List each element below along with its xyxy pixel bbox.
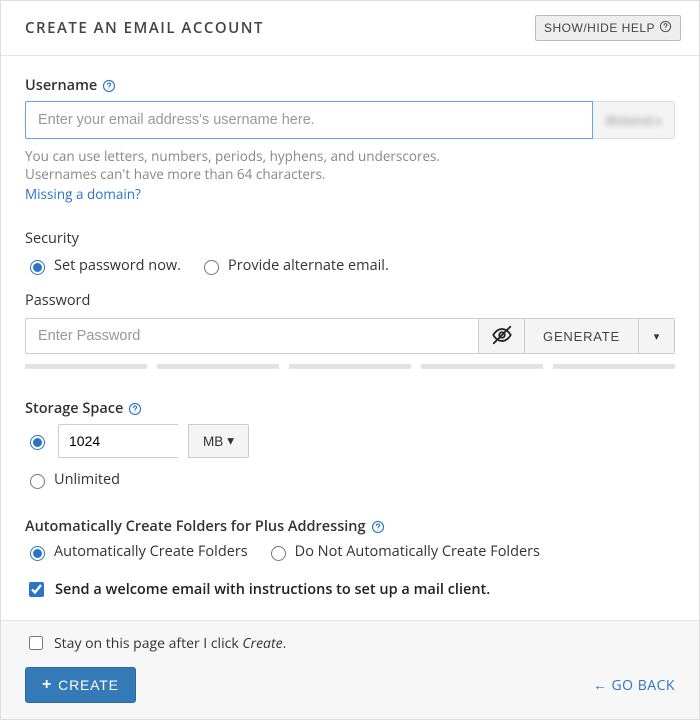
strength-seg [553,364,675,369]
username-label-row: Username [25,76,675,95]
caret-down-icon: ▾ [227,433,234,449]
radio-auto-folders[interactable]: Automatically Create Folders [25,542,248,561]
domain-suffix: @xtend.v [593,101,675,139]
domain-suffix-text: @xtend.v [605,111,661,129]
radio-storage-unlimited[interactable]: Unlimited [25,470,120,489]
page-title: CREATE AN EMAIL ACCOUNT [25,18,264,38]
question-circle-icon [659,20,672,36]
plus-addressing-radio-group: Automatically Create Folders Do Not Auto… [25,542,675,561]
radio-set-password[interactable]: Set password now. [25,256,181,275]
show-hide-help-button[interactable]: SHOW/HIDE HELP [535,15,681,41]
password-visibility-toggle[interactable] [478,319,524,353]
radio-auto-folders-label: Automatically Create Folders [54,542,248,561]
username-input-row: @xtend.v [25,101,675,139]
create-button[interactable]: + CREATE [25,667,136,703]
create-email-panel: CREATE AN EMAIL ACCOUNT SHOW/HIDE HELP U… [0,0,700,720]
stay-on-page-row[interactable]: Stay on this page after I click Create. [25,633,675,653]
plus-icon: + [42,677,52,693]
strength-seg [421,364,543,369]
missing-domain-link[interactable]: Missing a domain? [25,185,141,203]
username-hint-1: You can use letters, numbers, periods, h… [25,147,675,165]
plus-addressing-label-row: Automatically Create Folders for Plus Ad… [25,517,675,536]
footer-actions: + CREATE ← GO BACK [25,667,675,703]
strength-seg [25,364,147,369]
radio-auto-folders-input[interactable] [30,546,45,561]
generate-label: GENERATE [543,329,620,344]
radio-storage-unlimited-input[interactable] [30,474,45,489]
storage-limited-row: MB ▾ [25,424,675,458]
password-strength-meter [25,364,675,369]
strength-seg [157,364,279,369]
radio-set-password-label: Set password now. [54,256,181,275]
security-radio-group: Set password now. Provide alternate emai… [25,256,675,275]
go-back-label: GO BACK [612,676,676,695]
radio-alt-email-input[interactable] [204,260,219,275]
storage-unit-dropdown[interactable]: MB ▾ [188,424,249,458]
panel-header: CREATE AN EMAIL ACCOUNT SHOW/HIDE HELP [1,1,699,56]
stay-on-page-checkbox[interactable] [29,636,43,650]
go-back-link[interactable]: ← GO BACK [593,676,675,695]
question-circle-icon[interactable] [128,402,142,416]
generate-password-button[interactable]: GENERATE [524,319,638,353]
welcome-email-checkbox-row[interactable]: Send a welcome email with instructions t… [25,579,675,600]
stay-on-page-label: Stay on this page after I click Create. [54,634,286,653]
storage-label: Storage Space [25,399,123,418]
question-circle-icon[interactable] [371,520,385,534]
radio-no-auto-folders-input[interactable] [271,546,286,561]
welcome-email-label: Send a welcome email with instructions t… [55,580,490,599]
panel-footer: Stay on this page after I click Create. … [1,620,699,719]
storage-unlimited-row: Unlimited [25,470,675,489]
generate-dropdown-toggle[interactable]: ▾ [638,319,674,353]
create-button-label: CREATE [58,677,119,693]
radio-alt-email-label: Provide alternate email. [228,256,389,275]
radio-no-auto-folders[interactable]: Do Not Automatically Create Folders [266,542,540,561]
storage-label-row: Storage Space [25,399,675,418]
radio-storage-limited[interactable] [30,435,45,450]
password-input-row: GENERATE ▾ [25,318,675,354]
radio-set-password-input[interactable] [30,260,45,275]
password-input[interactable] [26,319,478,353]
storage-size-input[interactable] [58,424,178,458]
strength-seg [289,364,411,369]
security-label: Security [25,229,675,248]
welcome-email-checkbox[interactable] [29,582,44,597]
help-button-label: SHOW/HIDE HELP [544,21,655,35]
radio-alt-email[interactable]: Provide alternate email. [199,256,389,275]
password-label: Password [25,291,675,310]
plus-addressing-label: Automatically Create Folders for Plus Ad… [25,517,366,536]
username-hint-2: Usernames can't have more than 64 charac… [25,165,675,183]
username-label: Username [25,76,97,95]
caret-down-icon: ▾ [654,330,660,343]
arrow-left-icon: ← [593,676,608,695]
radio-storage-unlimited-label: Unlimited [54,470,120,489]
panel-body: Username @xtend.v You can use letters, n… [1,56,699,600]
username-input[interactable] [25,101,593,139]
question-circle-icon[interactable] [102,79,116,93]
radio-no-auto-folders-label: Do Not Automatically Create Folders [295,542,540,561]
storage-unit-label: MB [203,434,223,449]
eye-off-icon [491,324,513,349]
